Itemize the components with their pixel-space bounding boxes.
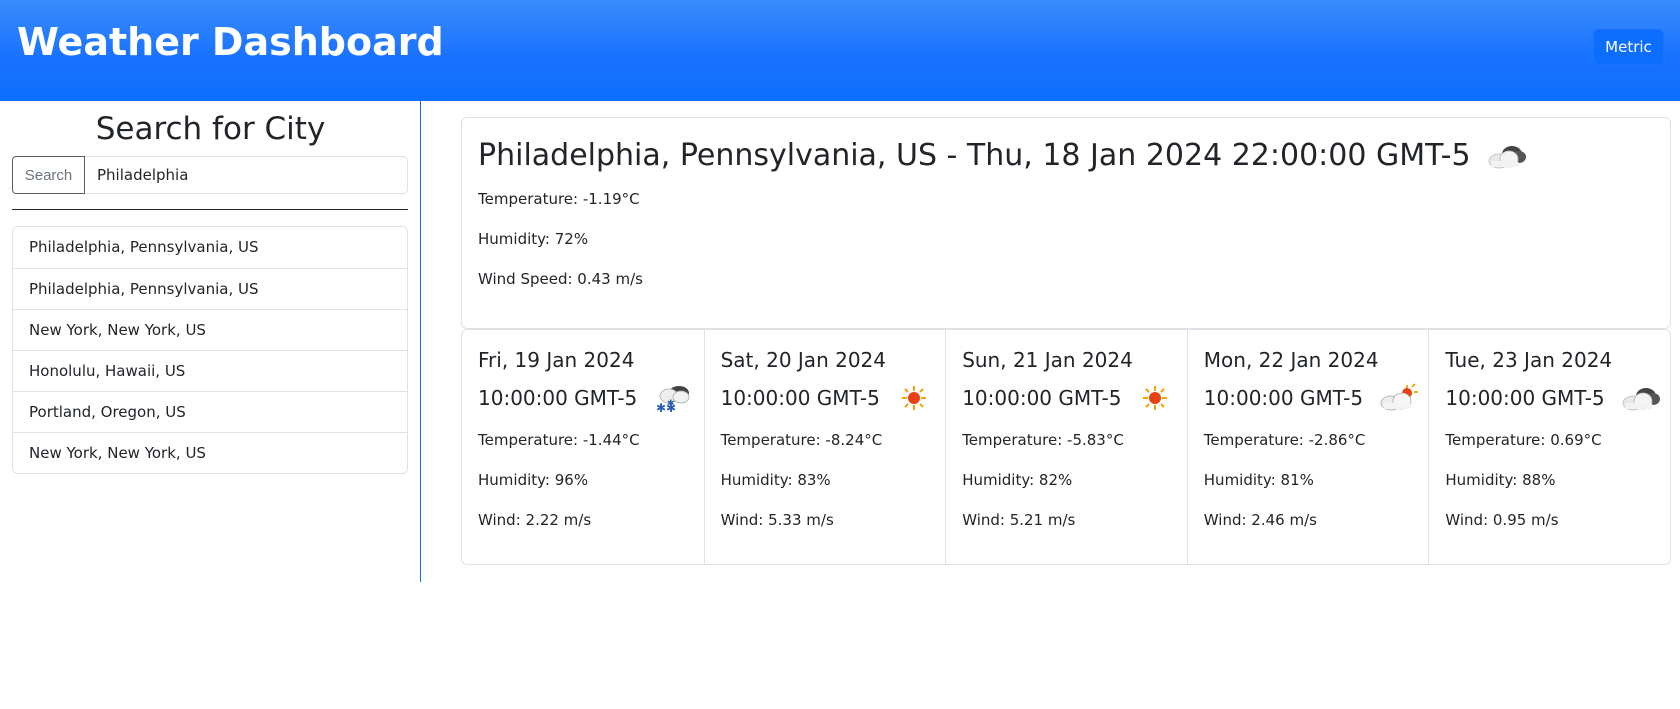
forecast-date: Sun, 21 Jan 2024 [962,348,1133,372]
forecast-time-text: 10:00:00 GMT-5 [1203,386,1364,410]
city-search-input[interactable] [85,156,408,194]
forecast-temperature: Temperature: 0.69°C [1445,431,1602,449]
cloudy-icon [1485,140,1529,172]
history-item[interactable]: Honolulu, Hawaii, US [13,350,407,391]
forecast-date: Mon, 22 Jan 2024 [1203,348,1379,372]
current-weather-title: Philadelphia, Pennsylvania, US - Thu, 18… [478,138,1529,173]
forecast-humidity: Humidity: 82% [962,471,1073,489]
forecast-date: Tue, 23 Jan 2024 [1445,348,1613,372]
forecast-temperature: Temperature: -2.86°C [1203,431,1366,449]
forecast-humidity: Humidity: 81% [1203,471,1314,489]
current-humidity: Humidity: 72% [478,230,589,248]
units-toggle-button[interactable]: Metric [1593,29,1664,65]
search-button[interactable]: Search [12,156,85,194]
forecast-row: Fri, 19 Jan 2024 10:00:00 GMT-5 ✱✱ ✱ Tem… [461,329,1671,565]
current-wind: Wind Speed: 0.43 m/s [478,270,643,288]
forecast-temperature: Temperature: -1.44°C [478,431,640,449]
sun-icon [894,382,938,414]
forecast-wind: Wind: 2.22 m/s [478,511,592,529]
forecast-temperature: Temperature: -5.83°C [962,431,1124,449]
forecast-card: Sat, 20 Jan 2024 10:00:00 GMT-5 Temperat… [703,330,946,564]
forecast-time: 10:00:00 GMT-5 [1204,382,1421,414]
forecast-humidity: Humidity: 83% [720,471,831,489]
forecast-card: Mon, 22 Jan 2024 10:00:00 GMT-5 Temperat… [1186,330,1429,564]
forecast-time: 10:00:00 GMT-5 [962,382,1179,414]
history-item[interactable]: Philadelphia, Pennsylvania, US [13,268,407,309]
forecast-humidity: Humidity: 88% [1445,471,1556,489]
forecast-time: 10:00:00 GMT-5 [721,382,938,414]
history-item[interactable]: Portland, Oregon, US [13,391,407,432]
sun-icon [1135,382,1179,414]
forecast-date: Sat, 20 Jan 2024 [720,348,886,372]
forecast-wind: Wind: 5.33 m/s [720,511,834,529]
partly-cloudy-icon [1377,382,1421,414]
forecast-time: 10:00:00 GMT-5 ✱✱ ✱ [478,382,695,415]
forecast-time-text: 10:00:00 GMT-5 [720,386,880,410]
search-history-list: Philadelphia, Pennsylvania, US Philadelp… [12,226,408,474]
forecast-time-text: 10:00:00 GMT-5 [1445,386,1605,410]
app-title: Weather Dashboard [17,20,444,64]
forecast-wind: Wind: 0.95 m/s [1445,511,1559,529]
history-item[interactable]: New York, New York, US [13,432,407,473]
forecast-time: 10:00:00 GMT-5 [1445,382,1662,414]
snow-cloud-icon: ✱✱ ✱ [651,382,695,415]
cloudy-icon [1619,382,1663,414]
forecast-card: Sun, 21 Jan 2024 10:00:00 GMT-5 Temperat… [945,330,1187,564]
forecast-wind: Wind: 2.46 m/s [1203,511,1317,529]
forecast-card: Fri, 19 Jan 2024 10:00:00 GMT-5 ✱✱ ✱ Tem… [462,330,704,564]
forecast-card: Tue, 23 Jan 2024 10:00:00 GMT-5 Temperat… [1428,330,1670,564]
forecast-humidity: Humidity: 96% [478,471,589,489]
current-temperature: Temperature: -1.19°C [478,190,640,208]
forecast-wind: Wind: 5.21 m/s [962,511,1076,529]
history-item[interactable]: Philadelphia, Pennsylvania, US [13,227,407,268]
forecast-date: Fri, 19 Jan 2024 [478,348,635,372]
current-title-text: Philadelphia, Pennsylvania, US - Thu, 18… [478,138,1471,173]
app-header: Weather Dashboard Metric [0,0,1680,101]
history-item[interactable]: New York, New York, US [13,309,407,350]
search-group: Search [12,156,408,194]
forecast-time-text: 10:00:00 GMT-5 [478,386,638,410]
forecast-temperature: Temperature: -8.24°C [720,431,883,449]
svg-text:✱: ✱ [667,399,675,409]
current-weather-card: Philadelphia, Pennsylvania, US - Thu, 18… [461,117,1671,329]
forecast-time-text: 10:00:00 GMT-5 [962,386,1122,410]
sidebar-divider [12,209,408,210]
search-title: Search for City [95,111,326,147]
